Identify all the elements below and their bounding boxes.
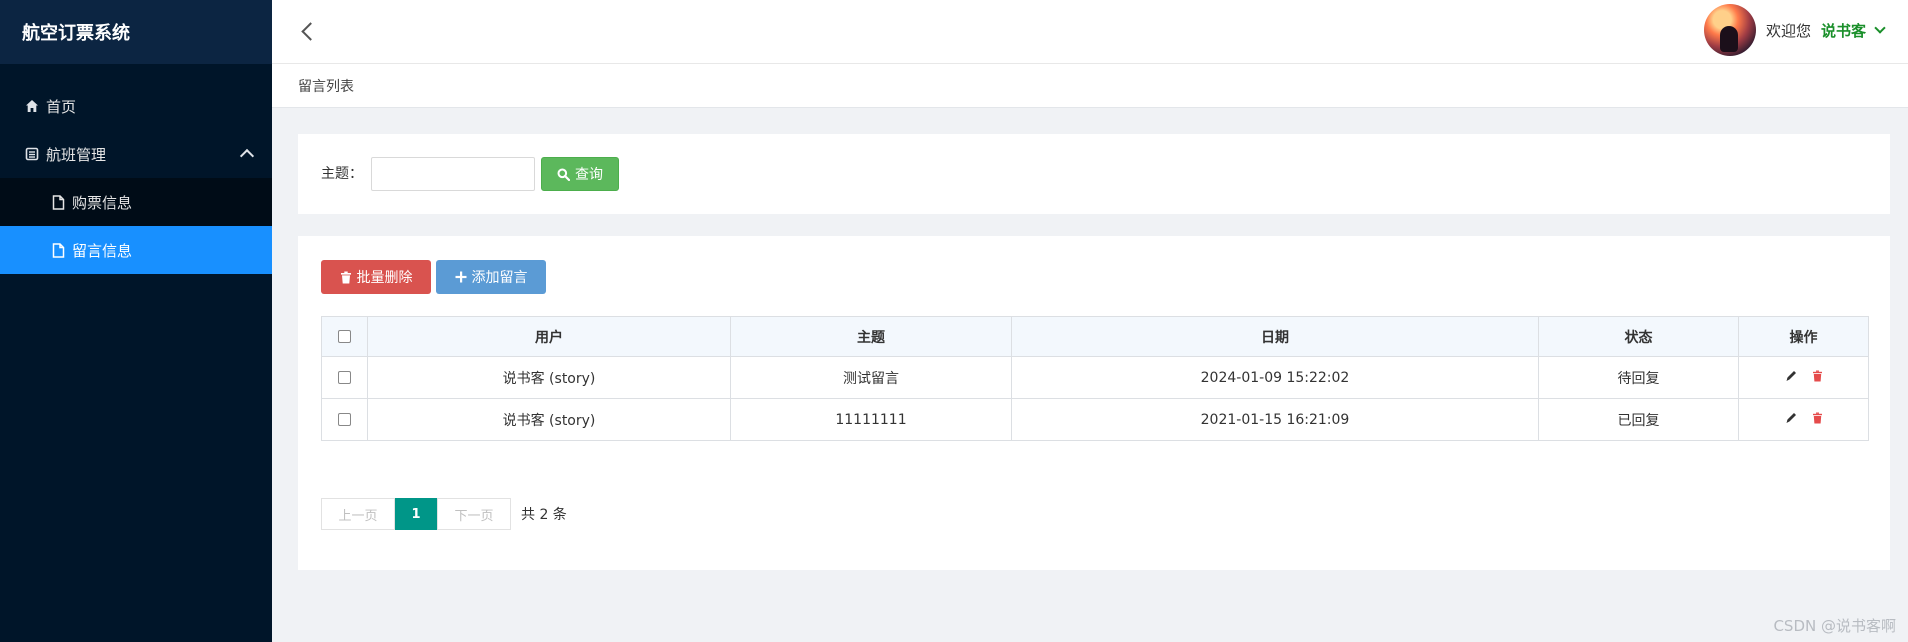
sidebar-submenu: 购票信息 留言信息	[0, 178, 272, 274]
select-all-cell	[321, 316, 368, 357]
add-message-label: 添加留言	[471, 269, 528, 285]
welcome-text: 欢迎您	[1765, 21, 1811, 40]
cell-actions	[1738, 356, 1869, 399]
sidebar-item-messages[interactable]: 留言信息	[0, 226, 272, 274]
table-row: 说书客 (story) 11111111 2021-01-15 16:21:09…	[321, 398, 1869, 441]
column-header-date[interactable]: 日期	[1011, 316, 1539, 357]
prev-page-button[interactable]: 上一页	[321, 498, 395, 530]
sidebar-item-label: 购票信息	[72, 193, 133, 212]
row-select-cell	[321, 356, 368, 399]
topic-search-input[interactable]	[371, 157, 535, 191]
user-menu[interactable]: 欢迎您 说书客	[1703, 4, 1886, 56]
cell-date: 2024-01-09 15:22:02	[1011, 356, 1539, 399]
app-title: 航空订票系统	[0, 0, 272, 64]
cell-date: 2021-01-15 16:21:09	[1011, 398, 1539, 441]
row-select-cell	[321, 398, 368, 441]
plus-icon	[455, 271, 467, 283]
edit-icon[interactable]	[1785, 369, 1798, 386]
table-row: 说书客 (story) 测试留言 2024-01-09 15:22:02 待回复	[321, 356, 1869, 399]
list-panel: 批量删除 添加留言 用户 主题 日期 状态 操作 说书客 (story) 测试留…	[298, 236, 1890, 570]
back-arrow-icon[interactable]	[298, 20, 320, 42]
sidebar-item-tickets[interactable]: 购票信息	[0, 178, 272, 226]
total-count: 共 2 条	[521, 507, 567, 523]
cell-actions	[1738, 398, 1869, 441]
row-checkbox[interactable]	[338, 413, 351, 426]
username-dropdown[interactable]: 说书客	[1821, 20, 1866, 41]
cell-status: 待回复	[1538, 356, 1739, 399]
sidebar-menu: 首页 航班管理 购票信息 留言信息	[0, 82, 272, 274]
search-icon	[557, 168, 570, 181]
column-header-status[interactable]: 状态	[1538, 316, 1739, 357]
delete-icon[interactable]	[1812, 412, 1823, 428]
sidebar-item-label: 留言信息	[72, 241, 133, 260]
select-all-checkbox[interactable]	[338, 330, 351, 343]
search-label: 主题：	[321, 166, 363, 182]
chevron-up-icon	[239, 148, 255, 164]
breadcrumb: 留言列表	[272, 64, 1908, 108]
message-table: 用户 主题 日期 状态 操作 说书客 (story) 测试留言 2024-01-…	[321, 316, 1869, 441]
edit-icon[interactable]	[1785, 411, 1798, 428]
cell-topic: 测试留言	[730, 356, 1012, 399]
add-message-button[interactable]: 添加留言	[436, 260, 546, 294]
sidebar-item-label: 航班管理	[46, 145, 107, 164]
file-icon	[50, 194, 66, 210]
list-icon	[24, 146, 40, 162]
avatar[interactable]	[1703, 4, 1756, 56]
sidebar: 航空订票系统 首页 航班管理 购票信息 留言信息	[0, 0, 272, 642]
sidebar-item-home[interactable]: 首页	[0, 82, 272, 130]
delete-icon[interactable]	[1812, 370, 1823, 386]
sidebar-group-flight-management[interactable]: 航班管理	[0, 130, 272, 178]
top-header: 欢迎您 说书客	[272, 0, 1908, 64]
cell-status: 已回复	[1538, 398, 1739, 441]
trash-icon	[340, 271, 352, 284]
file-icon	[50, 242, 66, 258]
batch-delete-label: 批量删除	[356, 269, 413, 285]
breadcrumb-current: 留言列表	[298, 78, 354, 95]
cell-topic: 11111111	[730, 398, 1012, 441]
current-page-button[interactable]: 1	[395, 498, 437, 530]
cell-user: 说书客 (story)	[367, 356, 731, 399]
search-button[interactable]: 查询	[541, 157, 619, 191]
cell-user: 说书客 (story)	[367, 398, 731, 441]
batch-delete-button[interactable]: 批量删除	[321, 260, 431, 294]
pagination: 上一页 1 下一页 共 2 条	[321, 498, 567, 530]
sidebar-item-label: 首页	[46, 97, 77, 116]
row-checkbox[interactable]	[338, 371, 351, 384]
column-header-actions: 操作	[1738, 316, 1869, 357]
next-page-button[interactable]: 下一页	[437, 498, 511, 530]
column-header-topic[interactable]: 主题	[730, 316, 1012, 357]
search-panel: 主题： 查询	[298, 134, 1890, 214]
chevron-down-icon[interactable]	[1874, 21, 1886, 34]
column-header-user[interactable]: 用户	[367, 316, 731, 357]
watermark: CSDN @说书客啊	[1773, 617, 1896, 635]
table-header-row: 用户 主题 日期 状态 操作	[321, 316, 1869, 357]
home-icon	[24, 98, 40, 114]
search-button-label: 查询	[575, 166, 603, 182]
